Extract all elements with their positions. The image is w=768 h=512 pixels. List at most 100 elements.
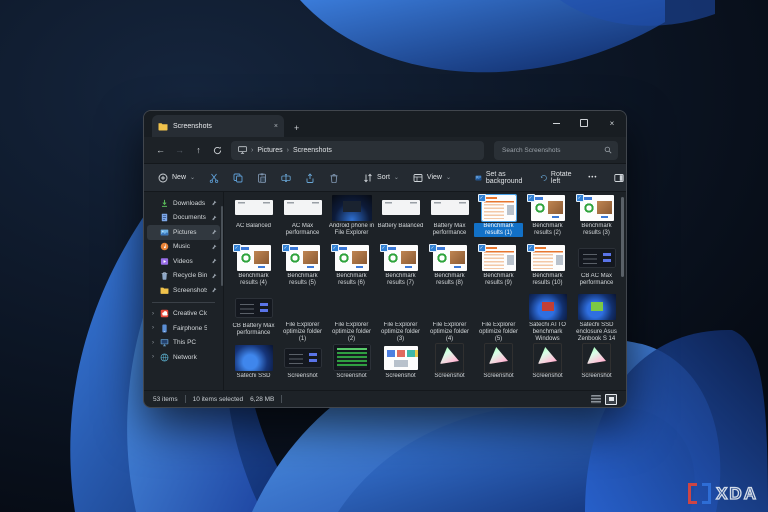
file-item[interactable]: ✓ Screenshot bbox=[523, 343, 572, 393]
file-item[interactable]: ✓ Benchmark results (7) bbox=[376, 243, 425, 293]
paste-button[interactable] bbox=[251, 170, 273, 186]
chevron-down-icon: ⌄ bbox=[190, 174, 195, 181]
file-item[interactable]: ✓ CB AC Max performance bbox=[572, 243, 621, 293]
maximize-button[interactable] bbox=[570, 111, 598, 135]
file-item[interactable]: ✓ Satechi SSD enclosure Asus Zenbook S 1… bbox=[572, 293, 621, 343]
new-button[interactable]: New ⌄ bbox=[152, 170, 201, 186]
file-name: Benchmark results (2) bbox=[523, 223, 572, 237]
file-item[interactable]: ✓ Screenshot bbox=[327, 343, 376, 393]
content-scrollbar[interactable] bbox=[621, 197, 624, 277]
window-controls: × bbox=[542, 111, 626, 135]
file-item[interactable]: ✓ File Explorer optimize folder (5) bbox=[474, 293, 523, 343]
file-item[interactable]: ✓ Benchmark results (10) bbox=[523, 243, 572, 293]
close-button[interactable]: × bbox=[598, 111, 626, 135]
file-item[interactable]: ✓ File Explorer optimize folder (4) bbox=[425, 293, 474, 343]
file-item[interactable]: ✓ Screenshot bbox=[425, 343, 474, 393]
file-item[interactable]: ✓ Satechi ATTO benchmark Windows bbox=[523, 293, 572, 343]
chevron-right-icon[interactable]: › bbox=[150, 311, 156, 317]
file-item[interactable]: ✓ Benchmark results (4) bbox=[229, 243, 278, 293]
file-item[interactable]: ✓ Android phone in File Explorer bbox=[327, 193, 376, 243]
file-item[interactable]: ✓ Benchmark results (9) bbox=[474, 243, 523, 293]
sidebar-item-icon bbox=[160, 353, 169, 362]
copy-button[interactable] bbox=[227, 170, 249, 186]
up-button[interactable]: ↑ bbox=[190, 141, 207, 159]
breadcrumb-item-pictures[interactable]: Pictures bbox=[257, 147, 282, 154]
refresh-button[interactable] bbox=[209, 141, 226, 159]
file-item[interactable]: ✓ CB Battery Max performance bbox=[229, 293, 278, 343]
details-pane-button[interactable]: Details bbox=[608, 170, 627, 186]
file-item[interactable]: ✓ File Explorer optimize folder (2) bbox=[327, 293, 376, 343]
minimize-button[interactable] bbox=[542, 111, 570, 135]
file-item[interactable]: ✓ Benchmark results (5) bbox=[278, 243, 327, 293]
file-thumbnail: ✓ bbox=[280, 193, 326, 222]
tab-close-icon[interactable]: × bbox=[274, 123, 278, 130]
sort-button[interactable]: Sort ⌄ bbox=[357, 170, 405, 186]
selection-checkbox[interactable]: ✓ bbox=[576, 194, 584, 202]
sidebar-item-label: Downloads bbox=[173, 200, 207, 207]
search-input[interactable] bbox=[500, 146, 600, 155]
share-button[interactable] bbox=[299, 170, 321, 186]
sidebar-item[interactable]: Pictures bbox=[147, 225, 220, 240]
file-item[interactable]: ✓ File Explorer optimize folder (3) bbox=[376, 293, 425, 343]
selection-checkbox[interactable]: ✓ bbox=[331, 244, 339, 252]
selection-checkbox[interactable]: ✓ bbox=[527, 244, 535, 252]
file-item[interactable]: ✓ Benchmark results (3) bbox=[572, 193, 621, 243]
paste-icon bbox=[257, 173, 267, 183]
file-thumbnail: ✓ bbox=[280, 293, 326, 321]
sidebar-item[interactable]: Documents bbox=[147, 211, 220, 226]
sidebar-item[interactable]: › Network bbox=[147, 350, 220, 365]
selection-checkbox[interactable]: ✓ bbox=[429, 244, 437, 252]
more-options-button[interactable]: ••• bbox=[582, 172, 603, 184]
file-item[interactable]: ✓ AC Balanced bbox=[229, 193, 278, 243]
file-item[interactable]: ✓ Battery Balanced bbox=[376, 193, 425, 243]
sidebar-item[interactable]: › Fairphone 5 5G bbox=[147, 321, 220, 336]
file-item[interactable]: ✓ Benchmark results (6) bbox=[327, 243, 376, 293]
new-tab-button[interactable]: + bbox=[294, 123, 299, 133]
selection-checkbox[interactable]: ✓ bbox=[233, 244, 241, 252]
chevron-right-icon[interactable]: › bbox=[150, 340, 156, 346]
sidebar-item[interactable]: › Creative Cloud F bbox=[147, 307, 220, 322]
icons-view-toggle[interactable] bbox=[605, 394, 617, 405]
file-thumbnail: ✓ bbox=[525, 243, 571, 272]
sidebar-item[interactable]: Music bbox=[147, 240, 220, 255]
chevron-right-icon[interactable]: › bbox=[150, 354, 156, 360]
view-button[interactable]: View ⌄ bbox=[407, 170, 457, 186]
file-item[interactable]: ✓ Benchmark results (2) bbox=[523, 193, 572, 243]
selection-checkbox[interactable]: ✓ bbox=[282, 244, 290, 252]
pin-icon bbox=[211, 215, 217, 221]
delete-button[interactable] bbox=[323, 170, 345, 186]
selection-checkbox[interactable]: ✓ bbox=[478, 194, 486, 202]
set-as-background-button[interactable]: Set as background bbox=[469, 168, 532, 188]
file-item[interactable]: ✓ Screenshot bbox=[376, 343, 425, 393]
file-item[interactable]: ✓ AC Max performance bbox=[278, 193, 327, 243]
sidebar-item[interactable]: Videos bbox=[147, 254, 220, 269]
tab-screenshots[interactable]: Screenshots × bbox=[152, 115, 284, 137]
back-button[interactable]: ← bbox=[152, 141, 169, 159]
cut-button[interactable] bbox=[203, 170, 225, 186]
file-item[interactable]: ✓ Battery Max performance bbox=[425, 193, 474, 243]
sidebar-item[interactable]: Downloads bbox=[147, 196, 220, 211]
sidebar-item[interactable]: Screenshots bbox=[147, 283, 220, 298]
file-item[interactable]: ✓ Benchmark results (8) bbox=[425, 243, 474, 293]
sidebar-item[interactable]: Recycle Bin bbox=[147, 269, 220, 284]
selection-checkbox[interactable]: ✓ bbox=[527, 194, 535, 202]
selection-checkbox[interactable]: ✓ bbox=[478, 244, 486, 252]
selection-checkbox[interactable]: ✓ bbox=[380, 244, 388, 252]
file-item[interactable]: ✓ Satechi SSD bbox=[229, 343, 278, 393]
search-box[interactable] bbox=[494, 141, 618, 160]
rotate-left-button[interactable]: Rotate left bbox=[534, 168, 581, 188]
file-thumbnail: ✓ bbox=[574, 293, 620, 321]
rename-button[interactable] bbox=[275, 170, 297, 186]
file-item[interactable]: ✓ Screenshot bbox=[278, 343, 327, 393]
chevron-right-icon[interactable]: › bbox=[150, 325, 156, 331]
file-item[interactable]: ✓ Screenshot bbox=[474, 343, 523, 393]
sidebar-item[interactable]: › This PC bbox=[147, 336, 220, 351]
details-view-toggle[interactable] bbox=[591, 395, 601, 404]
file-name: Benchmark results (5) bbox=[278, 273, 327, 287]
file-item[interactable]: ✓ File Explorer optimize folder (1) bbox=[278, 293, 327, 343]
file-item[interactable]: ✓ Benchmark results (1) bbox=[474, 193, 523, 243]
file-item[interactable]: ✓ Screenshot bbox=[572, 343, 621, 393]
forward-button[interactable]: → bbox=[171, 141, 188, 159]
breadcrumb[interactable]: › Pictures › Screenshots bbox=[231, 141, 484, 160]
breadcrumb-item-screenshots[interactable]: Screenshots bbox=[293, 147, 332, 154]
